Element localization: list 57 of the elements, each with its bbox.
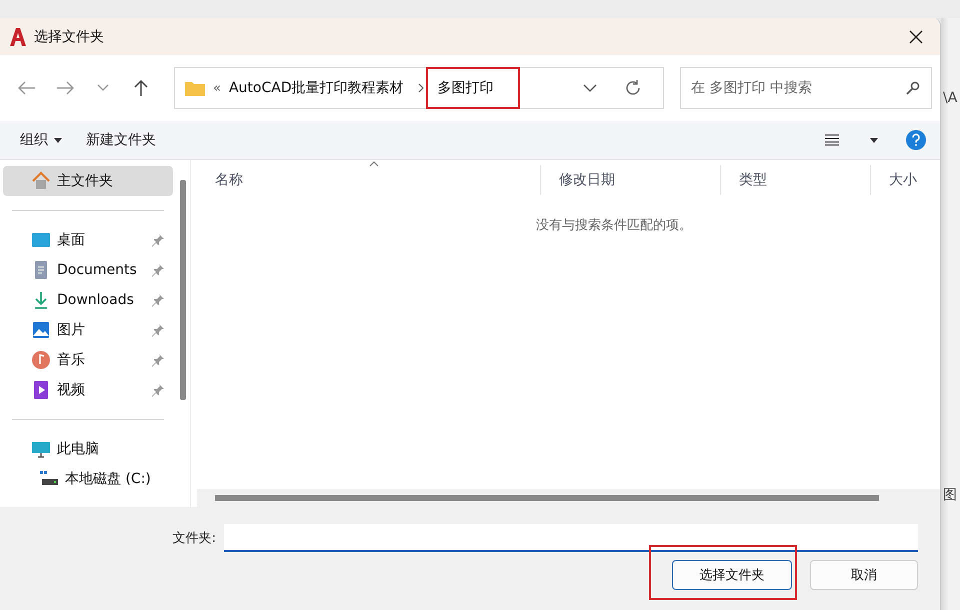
pin-icon[interactable] xyxy=(151,353,165,367)
left-arrow-icon xyxy=(18,81,36,95)
pin-icon[interactable] xyxy=(151,323,165,337)
column-header[interactable]: 修改日期 xyxy=(541,165,721,195)
organize-menu-button[interactable]: 组织 xyxy=(20,131,62,149)
empty-message: 没有与搜索条件匹配的项。 xyxy=(536,217,692,234)
close-icon xyxy=(909,30,923,44)
scrollbar-thumb[interactable] xyxy=(215,495,879,501)
sidebar-item[interactable]: 此电脑 xyxy=(3,434,173,464)
up-arrow-icon xyxy=(133,79,149,97)
scrollbar-thumb[interactable] xyxy=(180,180,186,400)
breadcrumb[interactable]: 多图打印 xyxy=(438,79,494,97)
search-field[interactable]: 在 多图打印 中搜索 xyxy=(680,67,932,109)
folder-input-field[interactable] xyxy=(224,524,918,552)
app-logo-icon xyxy=(10,28,26,46)
select-folder-button[interactable]: 选择文件夹 xyxy=(672,560,792,590)
picture-icon xyxy=(31,320,51,340)
sidebar-item[interactable]: 本地磁盘 (C:) xyxy=(3,464,173,494)
video-icon xyxy=(31,380,51,400)
chevron-down-icon xyxy=(583,84,597,92)
right-arrow-icon xyxy=(56,81,74,95)
monitor-icon xyxy=(31,439,51,459)
sidebar-item[interactable]: 图片 xyxy=(3,315,173,345)
pin-icon[interactable] xyxy=(151,383,165,397)
refresh-icon xyxy=(624,79,642,97)
home-icon xyxy=(31,171,51,191)
column-header[interactable]: 名称 xyxy=(197,165,541,195)
list-view-icon xyxy=(825,134,839,146)
overflow-chevron[interactable]: « xyxy=(213,80,221,96)
sidebar-item[interactable]: Documents xyxy=(3,255,173,285)
folder-label: 文件夹: xyxy=(172,530,216,547)
column-header[interactable]: 类型 xyxy=(721,165,871,195)
sidebar-item[interactable]: 主文件夹 xyxy=(3,166,173,196)
pin-icon[interactable] xyxy=(151,233,165,247)
sidebar-item[interactable]: Downloads xyxy=(3,285,173,315)
dropdown-triangle-icon xyxy=(870,138,878,142)
new-folder-button[interactable]: 新建文件夹 xyxy=(86,131,156,149)
address-bar[interactable]: « AutoCAD批量打印教程素材 多图打印 xyxy=(174,67,664,109)
dropdown-triangle-icon xyxy=(54,138,62,142)
chevron-down-icon xyxy=(97,84,109,92)
desktop-icon xyxy=(31,230,51,250)
chevron-right-icon xyxy=(418,83,424,93)
sidebar-item[interactable]: 音乐 xyxy=(3,345,173,375)
help-icon xyxy=(906,130,926,150)
folder-icon xyxy=(185,80,205,96)
pin-icon[interactable] xyxy=(151,263,165,277)
cancel-button[interactable]: 取消 xyxy=(810,560,918,590)
dialog-title: 选择文件夹 xyxy=(34,28,105,46)
sidebar-item[interactable]: 桌面 xyxy=(3,225,173,255)
sort-caret-icon xyxy=(368,161,378,167)
breadcrumb[interactable]: AutoCAD批量打印教程素材 xyxy=(228,79,404,97)
background-window-text: \A xyxy=(943,90,958,106)
background-window-text: 图 xyxy=(943,486,958,504)
pin-icon[interactable] xyxy=(151,293,165,307)
music-icon xyxy=(31,350,51,370)
sidebar-item[interactable]: 视频 xyxy=(3,375,173,405)
search-icon xyxy=(906,81,920,95)
